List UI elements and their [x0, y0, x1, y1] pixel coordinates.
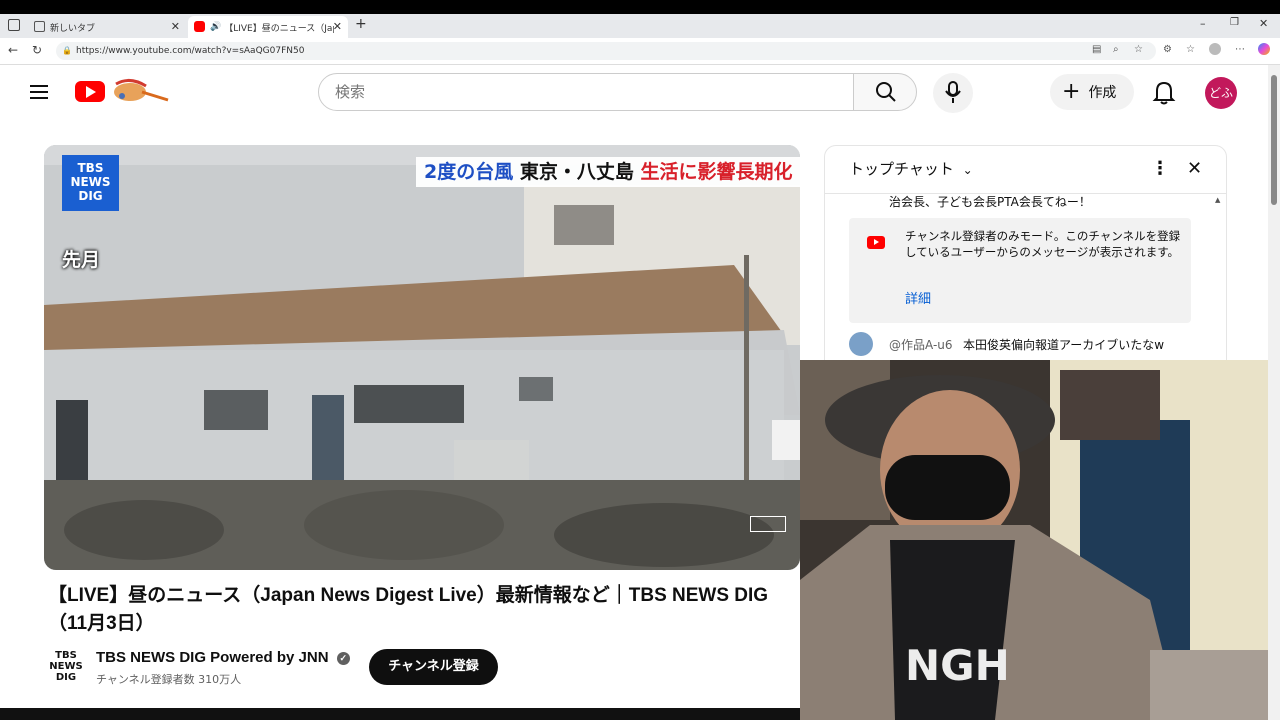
profile-icon[interactable]: [1209, 43, 1221, 55]
youtube-icon: [194, 21, 205, 32]
channel-name[interactable]: TBS NEWS DIG Powered by JNN ✓: [96, 649, 350, 666]
scroll-up-icon[interactable]: ▲: [1215, 196, 1220, 204]
reload-icon[interactable]: ↻: [32, 43, 42, 57]
video-player[interactable]: TBS NEWS DIG 2度の台風 東京・八丈島 生活に影響長期化 先月: [44, 145, 800, 570]
live-chat-panel: トップチャット ⌄ ⋮ ✕ 治会長、子ども会長PTA会長てねー！ ▲ チャンネル…: [824, 145, 1227, 367]
notifications-bell-icon[interactable]: [1152, 80, 1176, 106]
subscriber-count: チャンネル登録者数 310万人: [96, 673, 242, 686]
chat-mode-dropdown[interactable]: トップチャット ⌄: [849, 158, 973, 179]
news-caption: 2度の台風 東京・八丈島 生活に影響長期化: [416, 157, 800, 187]
doodle-logo-icon[interactable]: [106, 76, 170, 106]
chat-previous-message: 治会長、子ども会長PTA会長てねー！: [889, 195, 1091, 209]
close-icon[interactable]: ✕: [333, 20, 342, 33]
browser-tab-strip: 新しいタブ ✕ 🔊 【LIVE】昼のニュース（Japan Ne ✕ + – ❐ …: [0, 14, 1280, 38]
favorites-icon[interactable]: ☆: [1186, 44, 1195, 55]
microphone-icon: [945, 81, 961, 103]
details-link[interactable]: 詳細: [905, 288, 931, 307]
side-caption: 先月: [62, 249, 101, 271]
menu-icon[interactable]: [30, 85, 48, 99]
watermark-logo: [750, 516, 786, 532]
close-icon[interactable]: ✕: [1187, 158, 1202, 179]
speaker-icon[interactable]: 🔊: [210, 22, 221, 32]
tab-new-tab[interactable]: 新しいタブ ✕: [28, 16, 186, 38]
search-input[interactable]: 検索: [318, 73, 854, 111]
voice-search-button[interactable]: [933, 73, 973, 113]
copilot-icon[interactable]: [1258, 43, 1270, 55]
subscribers-only-notice: チャンネル登録者のみモード。このチャンネルを登録しているユーザーからのメッセージ…: [849, 218, 1191, 323]
tab-label: 新しいタブ: [50, 23, 96, 34]
tbs-news-dig-logo: TBS NEWS DIG: [62, 155, 119, 211]
tab-label: 【LIVE】昼のニュース（Japan Ne: [224, 23, 334, 34]
channel-logo[interactable]: TBS NEWS DIG: [48, 648, 84, 684]
url-text: https://www.youtube.com/watch?v=sAaQG07F…: [76, 46, 305, 56]
video-frame-image: [44, 145, 800, 570]
taskbar-strip: [0, 708, 800, 720]
url-field[interactable]: 🔒 https://www.youtube.com/watch?v=sAaQG0…: [56, 42, 1156, 60]
close-icon[interactable]: ✕: [171, 20, 180, 33]
search-icon: [876, 82, 896, 102]
os-top-bar: [0, 0, 1280, 14]
address-bar-row: ← ↻ 🔒 https://www.youtube.com/watch?v=sA…: [0, 38, 1280, 65]
tab-youtube-live[interactable]: 🔊 【LIVE】昼のニュース（Japan Ne ✕: [188, 16, 348, 38]
tab-actions-icon[interactable]: [8, 19, 20, 31]
youtube-logo[interactable]: [75, 81, 105, 102]
page-scrollbar[interactable]: [1268, 65, 1280, 720]
video-title: 【LIVE】昼のニュース（Japan News Digest Live）最新情報…: [48, 585, 769, 634]
restore-button[interactable]: ❐: [1230, 17, 1239, 28]
create-label: 作成: [1088, 85, 1117, 101]
youtube-header: 検索 + 作成 どふ: [0, 65, 1268, 121]
zoom-icon[interactable]: ⌕: [1113, 44, 1119, 55]
search-button[interactable]: [853, 73, 917, 111]
new-tab-button[interactable]: +: [355, 16, 367, 32]
notice-text: チャンネル登録者のみモード。このチャンネルを登録しているユーザーからのメッセージ…: [905, 229, 1181, 259]
back-icon[interactable]: ←: [8, 43, 18, 57]
extensions-icon[interactable]: ⚙: [1163, 44, 1172, 55]
favorite-star-icon[interactable]: ☆: [1134, 44, 1143, 55]
youtube-icon: [867, 236, 885, 249]
page-icon: [34, 21, 45, 32]
reader-icon[interactable]: ▤: [1092, 44, 1101, 55]
plus-icon: +: [1062, 79, 1081, 104]
chat-message: @作品A-u6 本田俊英偏向報道アーカイブいたなw: [849, 332, 1219, 356]
svg-text:NGH: NGH: [905, 641, 1010, 690]
scrollbar-thumb[interactable]: [1271, 75, 1277, 205]
close-window-button[interactable]: ✕: [1259, 17, 1268, 30]
subscribe-button[interactable]: チャンネル登録: [369, 649, 498, 685]
webcam-image: NGH: [800, 360, 1280, 720]
more-options-icon[interactable]: ⋮: [1151, 158, 1169, 179]
create-button[interactable]: + 作成: [1050, 74, 1134, 110]
webcam-overlay: NGH: [800, 360, 1280, 720]
author-name[interactable]: @作品A-u6: [889, 336, 953, 353]
lock-icon: 🔒: [62, 46, 72, 55]
chevron-down-icon: ⌄: [962, 163, 973, 177]
author-avatar[interactable]: [849, 332, 873, 356]
minimize-button[interactable]: –: [1200, 17, 1206, 30]
verified-check-icon: ✓: [336, 651, 350, 665]
account-avatar[interactable]: どふ: [1205, 77, 1237, 109]
more-icon[interactable]: ⋯: [1235, 44, 1245, 55]
message-text: 本田俊英偏向報道アーカイブいたなw: [963, 338, 1165, 352]
